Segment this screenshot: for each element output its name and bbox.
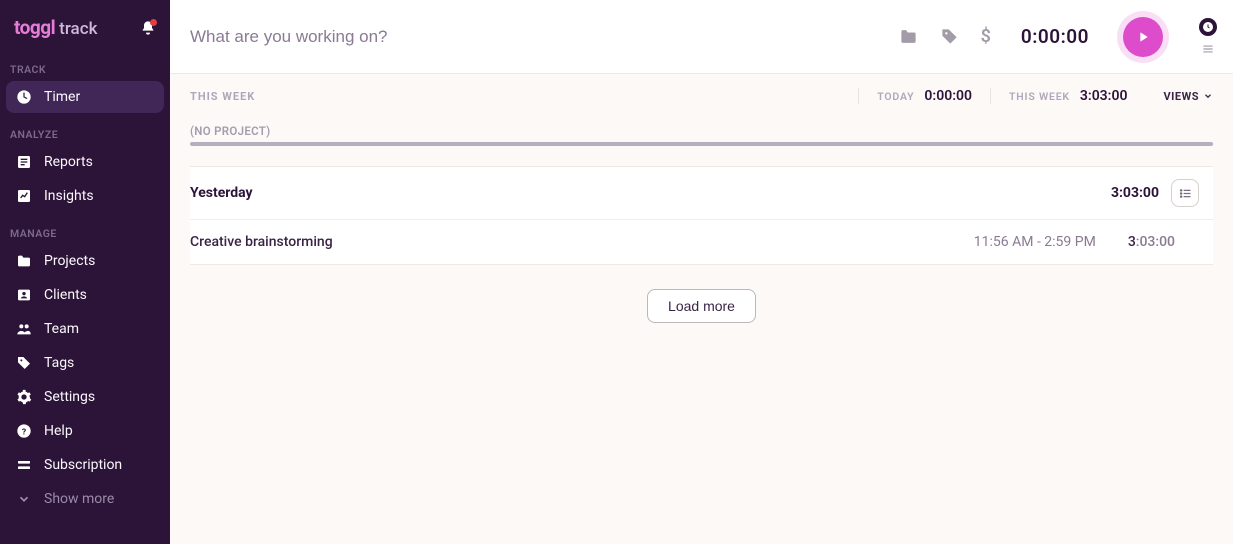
day-title: Yesterday (190, 185, 253, 201)
logo-main: toggl (14, 16, 55, 39)
logo[interactable]: toggl track (14, 16, 97, 39)
dollar-icon: $ (981, 26, 991, 47)
sidebar-item-label: Timer (44, 89, 80, 105)
person-card-icon (16, 287, 32, 303)
play-icon (1135, 29, 1151, 45)
entry-duration: 3:03:00 (1128, 234, 1175, 250)
billable-toggle-button[interactable]: $ (981, 26, 991, 47)
gear-icon (16, 389, 32, 405)
clock-icon (1202, 21, 1214, 33)
sidebar-item-label: Insights (44, 188, 94, 204)
help-icon: ? (16, 423, 32, 439)
tag-picker-button[interactable] (940, 27, 959, 46)
chevron-down-icon (16, 491, 32, 507)
sidebar-item-insights[interactable]: Insights (6, 180, 164, 212)
summary-today: TODAY 0:00:00 (858, 88, 990, 104)
sidebar-item-label: Tags (44, 355, 74, 371)
sidebar-item-label: Reports (44, 154, 93, 170)
summary-today-label: TODAY (877, 90, 914, 103)
manual-mode-button[interactable] (1201, 42, 1215, 56)
tag-icon (940, 27, 959, 46)
day-total: 3:03:00 (1111, 185, 1159, 201)
sidebar-item-label: Show more (44, 491, 114, 507)
folder-icon (899, 27, 918, 46)
chevron-down-icon (1203, 91, 1213, 101)
views-dropdown[interactable]: VIEWS (1146, 90, 1214, 103)
tag-icon (16, 355, 32, 371)
entry-list: (NO PROJECT) Yesterday 3:03:00 Creative … (170, 114, 1233, 265)
project-picker-button[interactable] (899, 27, 918, 46)
load-more-wrap: Load more (170, 265, 1233, 347)
sidebar-item-label: Help (44, 423, 73, 439)
sidebar-section-manage: MANAGE (0, 213, 170, 244)
week-progress-bar (190, 142, 1213, 146)
sidebar-section-analyze: ANALYZE (0, 114, 170, 145)
timer-value[interactable]: 0:00:00 (1021, 25, 1089, 48)
day-header: Yesterday 3:03:00 (190, 166, 1213, 220)
no-project-label: (NO PROJECT) (190, 114, 1213, 142)
time-entry-row[interactable]: Creative brainstorming 11:56 AM - 2:59 P… (190, 220, 1213, 265)
sidebar-section-track: TRACK (0, 49, 170, 80)
sidebar-item-label: Team (44, 321, 79, 337)
sidebar-item-clients[interactable]: Clients (6, 279, 164, 311)
timer-mode-switch (1199, 18, 1217, 56)
bulk-list-icon (1178, 186, 1193, 201)
start-timer-button[interactable] (1123, 17, 1163, 57)
load-more-button[interactable]: Load more (647, 289, 756, 323)
sidebar-item-projects[interactable]: Projects (6, 245, 164, 277)
logo-sub: track (59, 19, 97, 39)
sidebar-item-tags[interactable]: Tags (6, 347, 164, 379)
sidebar-item-subscription[interactable]: Subscription (6, 449, 164, 481)
sidebar: toggl track TRACK Timer ANALYZE Reports … (0, 0, 170, 544)
sidebar-item-label: Clients (44, 287, 87, 303)
summary-bar: THIS WEEK TODAY 0:00:00 THIS WEEK 3:03:0… (170, 74, 1233, 114)
sidebar-item-help[interactable]: ? Help (6, 415, 164, 447)
list-lines-icon (1201, 42, 1215, 56)
bulk-edit-button[interactable] (1171, 179, 1199, 207)
subscription-icon (16, 457, 32, 473)
views-label: VIEWS (1164, 90, 1200, 103)
summary-today-value: 0:00:00 (924, 88, 972, 104)
sidebar-item-reports[interactable]: Reports (6, 146, 164, 178)
entry-description: Creative brainstorming (190, 234, 333, 250)
sidebar-item-label: Settings (44, 389, 95, 405)
sidebar-item-label: Projects (44, 253, 95, 269)
sidebar-item-team[interactable]: Team (6, 313, 164, 345)
sidebar-show-more[interactable]: Show more (6, 483, 164, 515)
summary-week-label: THIS WEEK (190, 90, 255, 103)
team-icon (16, 321, 32, 337)
summary-thisweek-value: 3:03:00 (1080, 88, 1128, 104)
list-icon (16, 154, 32, 170)
sidebar-item-label: Subscription (44, 457, 122, 473)
timer-description-input[interactable] (190, 27, 899, 47)
summary-thisweek-label: THIS WEEK (1009, 90, 1070, 103)
timer-mode-button[interactable] (1199, 18, 1217, 36)
sidebar-header: toggl track (0, 0, 170, 49)
timer-actions: $ 0:00:00 (899, 17, 1217, 57)
summary-thisweek: THIS WEEK 3:03:00 (990, 88, 1145, 104)
main: $ 0:00:00 THIS WEEK TODAY 0:00:00 THIS (170, 0, 1233, 544)
clock-icon (16, 89, 32, 105)
notifications-button[interactable] (140, 20, 156, 36)
entry-time-range: 11:56 AM - 2:59 PM (974, 234, 1096, 250)
timer-bar: $ 0:00:00 (170, 0, 1233, 74)
chart-icon (16, 188, 32, 204)
sidebar-item-timer[interactable]: Timer (6, 81, 164, 113)
folder-icon (16, 253, 32, 269)
svg-text:?: ? (22, 427, 26, 437)
sidebar-item-settings[interactable]: Settings (6, 381, 164, 413)
notification-dot-icon (150, 19, 157, 26)
